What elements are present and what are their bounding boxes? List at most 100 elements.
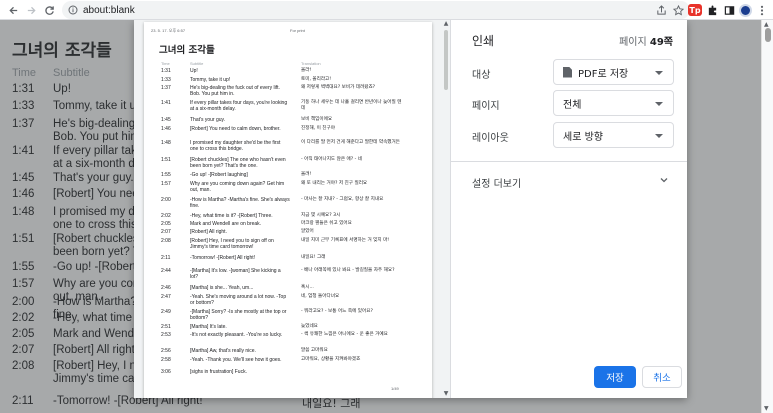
scroll-up-icon[interactable]: ▲ xyxy=(764,21,769,28)
preview-row-subtitle: -It's not exactly pleasant. -You're so l… xyxy=(190,332,283,338)
preview-row-subtitle: [Robert chuckles] The one who hasn't eve… xyxy=(190,157,286,169)
info-icon[interactable] xyxy=(68,5,78,15)
page-count-suffix: 쪽 xyxy=(663,37,673,48)
page-scroll-thumb[interactable] xyxy=(765,28,771,42)
preview-row-time: 1:46 xyxy=(161,126,171,132)
preview-scrollbar[interactable]: ▲ ▼ xyxy=(442,20,450,398)
preview-row-time: 1:37 xyxy=(161,85,171,91)
preview-row-time: 2:49 xyxy=(161,309,171,315)
preview-row-time: 2:58 xyxy=(161,357,171,363)
preview-row-time: 1:41 xyxy=(161,100,171,106)
profile-avatar[interactable] xyxy=(739,3,752,17)
preview-row-time: 2:51 xyxy=(161,324,171,330)
pages-label: 페이지 xyxy=(472,101,500,112)
preview-row-time: 1:45 xyxy=(161,117,171,123)
preview-page-number: 1/49 xyxy=(391,386,399,391)
preview-row-subtitle: -Yeah. She's moving around a lot now. -T… xyxy=(190,294,287,306)
preview-row-translation: 알았어 xyxy=(301,229,314,234)
chevron-down-icon xyxy=(655,102,663,106)
preview-row-subtitle: [Robert] You need to calm down, brother. xyxy=(190,126,281,132)
preview-row-time: 2:02 xyxy=(161,213,171,219)
preview-title: 그녀의 조각들 xyxy=(159,45,215,56)
preview-row-subtitle: -Tomorrow! -[Robert] All right! xyxy=(190,255,256,261)
preview-row-time: 2:00 xyxy=(161,197,171,203)
preview-row-translation: 토미, 올리라고! xyxy=(301,77,332,82)
preview-row-subtitle: That's your guy. xyxy=(190,117,226,123)
star-icon[interactable] xyxy=(671,3,685,17)
preview-row-translation: 이 다리를 딸 먼저 건게 해준다고 딸한테 약속했거든 xyxy=(301,140,400,145)
preview-row-time: 1:31 xyxy=(161,68,171,74)
preview-row-translation: 보비 책임이에요 xyxy=(301,117,333,122)
page-count: 페이지 49쪽 xyxy=(619,33,673,48)
preview-row-translation: 내일 지미 근무 기록표에 서명하는 거 잊지 마! xyxy=(301,238,390,243)
browser-toolbar: about:blank Tp xyxy=(0,0,773,20)
preview-row-translation: 고마워요, 상황을 지켜봐야겠죠 xyxy=(301,357,361,362)
preview-row-translation: - 뭐라고요? - 보통 어느 쪽에 있어요? xyxy=(301,309,373,314)
url-text[interactable]: about:blank xyxy=(83,5,135,16)
page-scrollbar[interactable]: ▲ ▼ xyxy=(761,20,773,413)
preview-row-translation: - 마사는 잘 지내? - 그럼요, 항상 잘 지내요 xyxy=(301,197,384,202)
preview-row-subtitle: Up! xyxy=(190,68,198,74)
expand-chevron-icon[interactable] xyxy=(658,174,670,186)
sidebar-icon[interactable] xyxy=(722,3,736,17)
preview-row-subtitle: I promised my daughter she'd be the firs… xyxy=(190,140,281,152)
preview-row-subtitle: -[Martha] Sorry? -Is she mostly at the t… xyxy=(190,309,287,321)
chevron-down-icon xyxy=(655,134,663,138)
print-dialog: 23. 5. 17. 오후 6:57 For print 그녀의 조각들 Tim… xyxy=(134,20,687,398)
address-bar[interactable]: about:blank xyxy=(62,1,690,19)
preview-row-time: 2:44 xyxy=(161,268,171,274)
destination-value: PDF로 저장 xyxy=(578,68,629,80)
preview-row-subtitle: [Martha] is she... Yeah, um... xyxy=(190,285,254,291)
pages-value: 전체 xyxy=(563,99,582,111)
destination-select[interactable]: PDF로 저장 xyxy=(553,59,674,85)
more-settings[interactable]: 설정 더보기 xyxy=(472,175,521,190)
share-icon[interactable] xyxy=(654,3,668,17)
preview-row-translation: - 아직 태어나지도 않은 애? - 네 xyxy=(301,157,363,162)
save-button[interactable]: 저장 xyxy=(594,366,636,388)
print-settings-panel: 인쇄 페이지 49쪽 대상 PDF로 저장 페이지 전체 레이아웃 세로 방향 … xyxy=(450,20,687,398)
layout-select[interactable]: 세로 방향 xyxy=(553,122,674,148)
preview-row-translation: 올려! xyxy=(301,172,312,177)
preview-row-translation: 네, 엄청 돌아다녀요 xyxy=(301,294,340,299)
page-count-prefix: 페이지 xyxy=(619,37,650,48)
preview-row-subtitle: Why are you coming down again? Get him o… xyxy=(190,181,285,193)
preview-row-translation: 진정해, 이 친구야 xyxy=(301,126,335,131)
scroll-down-icon[interactable]: ▼ xyxy=(764,405,769,412)
forward-arrow-icon[interactable] xyxy=(22,1,40,19)
preview-row-time: 2:08 xyxy=(161,238,171,244)
scroll-down-icon[interactable]: ▼ xyxy=(442,390,450,398)
preview-row-time: 1:57 xyxy=(161,181,171,187)
preview-row-translation: 내일요! 그래 xyxy=(301,255,326,260)
puzzle-icon[interactable] xyxy=(705,3,719,17)
reload-icon[interactable] xyxy=(40,1,58,19)
back-arrow-icon[interactable] xyxy=(4,1,22,19)
preview-row-subtitle: [Robert] All right. xyxy=(190,229,227,235)
print-title: 인쇄 xyxy=(472,34,495,48)
preview-row-time: 2:56 xyxy=(161,348,171,354)
preview-row-translation: 지금 몇 시예요? 3시 xyxy=(301,213,341,218)
preview-row-subtitle: [Robert] Hey, I need you to sign off on … xyxy=(190,238,274,250)
page-count-value: 49 xyxy=(649,37,664,48)
chevron-down-icon xyxy=(655,71,663,75)
preview-row-subtitle: -Hey, what time is it? -[Robert] Three. xyxy=(190,213,273,219)
preview-row-subtitle: Mark and Wendell are on break. xyxy=(190,221,262,227)
more-icon[interactable] xyxy=(755,3,769,17)
preview-scroll-thumb[interactable] xyxy=(444,30,448,90)
preview-row-translation: 기둥 하나 세우는 데 나흘 걸리면 반년이나 늦어질 텐데 xyxy=(301,100,402,111)
pages-select[interactable]: 전체 xyxy=(553,90,674,116)
layout-value: 세로 방향 xyxy=(563,131,603,143)
preview-row-translation: 왜 저렇게 벽벽대요? 보비가 데려왔죠? xyxy=(301,85,376,90)
preview-row-translation: 올라! xyxy=(301,68,312,73)
scroll-up-icon[interactable]: ▲ xyxy=(442,20,450,28)
extension-tp-icon[interactable]: Tp xyxy=(688,4,702,16)
preview-row-subtitle: [Martha] It's late. xyxy=(190,324,227,330)
destination-label: 대상 xyxy=(472,70,491,81)
preview-row-time: 2:07 xyxy=(161,229,171,235)
divider xyxy=(451,161,687,162)
preview-row-translation: - 썩 유쾌한 느낌은 아니에요 - 운 좋은 거예요 xyxy=(301,332,388,337)
preview-row-translation: - 배나 아래쪽에 있나 봐요 - 발길질을 자주 해요? xyxy=(301,268,395,273)
preview-site: For print xyxy=(290,28,305,33)
preview-time-header: Time xyxy=(161,61,170,66)
cancel-button[interactable]: 취소 xyxy=(642,366,682,388)
preview-subtitle-header: Subtitle xyxy=(190,61,204,66)
